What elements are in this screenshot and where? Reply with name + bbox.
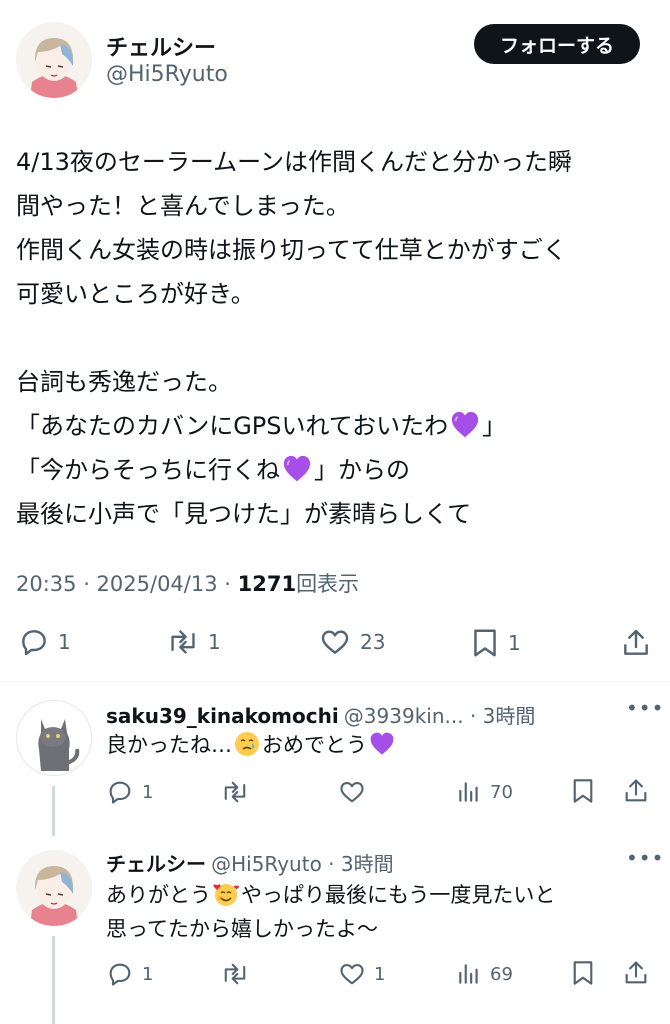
like-icon [321,630,349,654]
purple-heart-emoji [451,411,479,438]
reply-text: ありがとう やっぱり最後にもう一度見たいと [106,883,556,907]
tweet-line: 作間くん女装の時は振り切ってて仕草とかがすごく [16,236,567,264]
reply-text: 思ってたから嬉しかったよ〜 [106,917,378,941]
reply-author-name[interactable]: チェルシー [106,852,206,876]
reply-count: 1 [142,781,154,803]
reply-button[interactable]: 1 [18,626,71,658]
divider [0,681,670,682]
tweet-line: 4/13夜のセーラームーンは作間くんだと分かった瞬 [16,148,572,176]
share-button[interactable] [622,776,650,806]
view-count-label: 回表示 [296,572,360,596]
bookmark-icon [573,779,593,803]
reply-icon [22,630,46,656]
views-button[interactable]: 69 [456,960,513,988]
like-button[interactable]: 23 [318,626,385,658]
retweet-button[interactable] [220,778,250,806]
retweet-count: 1 [208,630,221,654]
retweet-button[interactable] [220,960,250,988]
tweet-line: 「今からそっちに行くね 」からの [16,455,410,484]
reply-count: 1 [58,630,71,654]
retweet-button[interactable]: 1 [166,626,221,658]
share-button[interactable] [622,958,650,988]
views-count: 69 [490,963,513,985]
bookmark-icon [573,961,593,985]
author-handle[interactable]: @Hi5Ryuto [106,62,228,87]
retweet-icon [224,781,246,803]
tweet-meta: 20:35 · 2025/04/13 · 1271回表示 [16,568,359,598]
share-icon [625,961,647,984]
reply-author-handle[interactable]: @3939kin... · 3時間 [344,704,536,728]
reply-icon [109,781,131,804]
crying-face-emoji [235,732,259,756]
tweet-timestamp[interactable]: 20:35 · 2025/04/13 · [16,572,238,596]
reply-avatar[interactable] [16,850,92,926]
share-button[interactable] [620,626,652,660]
tweet-line: 「あなたのカバンにGPSいれておいたわ」 [16,411,507,440]
thread-line [52,786,55,836]
bookmark-button[interactable] [570,958,596,988]
views-icon [459,964,478,984]
like-icon [340,781,364,803]
more-icon[interactable]: ••• [626,696,664,720]
views-button[interactable]: 70 [456,778,513,806]
bookmark-count: 1 [508,631,521,655]
view-count: 1271 [237,572,297,596]
reply-header: saku39_kinakomochi @3939kin... · 3時間 [106,700,535,729]
more-icon[interactable]: ••• [626,846,664,870]
like-count: 1 [374,963,386,985]
reply-icon [109,963,131,986]
like-button[interactable] [338,778,366,806]
bookmark-button[interactable]: 1 [470,626,521,660]
retweet-icon [171,630,195,654]
reply-text: 良かったね… おめでとう [106,728,397,762]
retweet-icon [224,963,246,985]
views-icon [459,782,478,802]
reply-author-handle[interactable]: @Hi5Ryuto · 3時間 [211,852,394,876]
reply-header: チェルシー @Hi5Ryuto · 3時間 [106,848,394,877]
share-icon [625,779,647,802]
smiling-hearts-emoji [213,884,239,906]
like-button[interactable]: 1 [338,960,385,988]
tweet-line: 間やった！と喜んでしまった。 [16,192,350,220]
tweet-line: 台詞も秀逸だった。 [16,368,232,396]
follow-button[interactable]: フォローする [474,24,640,64]
reply-author-name[interactable]: saku39_kinakomochi [106,704,339,728]
share-icon [624,629,648,655]
purple-heart-emoji [370,732,394,755]
like-icon [340,963,364,985]
author-avatar[interactable] [16,22,92,98]
bookmark-icon [474,629,496,657]
thread-line [52,936,55,1024]
reply-button[interactable]: 1 [106,778,153,806]
tweet-text: 4/13夜のセーラームーンは作間くんだと分かった瞬 間やった！と喜んでしまった。… [16,140,656,536]
reply-count: 1 [142,963,154,985]
author-name[interactable]: チェルシー [106,30,216,62]
purple-heart-emoji [283,455,311,482]
tweet-line: 可愛いところが好き。 [16,280,255,308]
bookmark-button[interactable] [570,776,596,806]
like-count: 23 [360,630,386,654]
tweet-line: 最後に小声で「見つけた」が素晴らしくて [16,500,472,528]
reply-button[interactable]: 1 [106,960,153,988]
views-count: 70 [490,781,513,803]
reply-avatar[interactable] [16,700,92,776]
